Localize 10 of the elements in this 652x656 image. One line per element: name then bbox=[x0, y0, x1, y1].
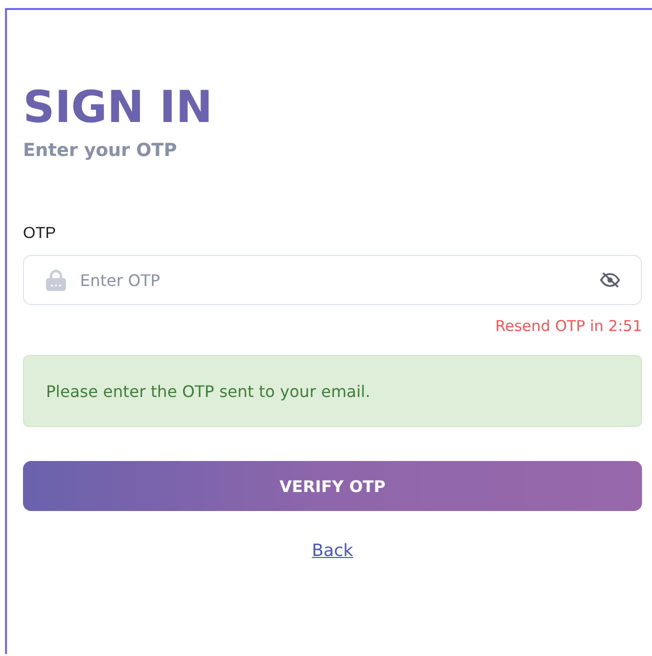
otp-input-field[interactable]: Enter OTP bbox=[23, 255, 642, 305]
lock-icon bbox=[45, 268, 67, 292]
verify-otp-button[interactable]: VERIFY OTP bbox=[23, 461, 642, 511]
page-subtitle: Enter your OTP bbox=[23, 140, 177, 161]
page-title: SIGN IN bbox=[23, 82, 213, 134]
resend-timer: Resend OTP in 2:51 bbox=[495, 317, 642, 335]
alert-message: Please enter the OTP sent to your email. bbox=[23, 355, 642, 427]
field-label: OTP bbox=[23, 225, 56, 243]
eye-hidden-icon[interactable] bbox=[600, 272, 620, 288]
back-link[interactable]: Back bbox=[312, 541, 354, 561]
